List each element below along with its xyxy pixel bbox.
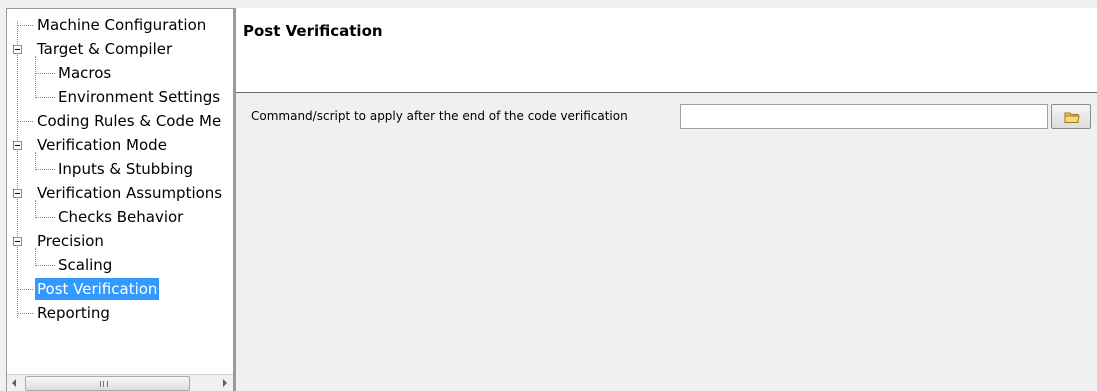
tree-item-label: Verification Mode	[37, 136, 167, 154]
scroll-right-arrow-icon[interactable]	[216, 375, 233, 391]
tree-item-label: Scaling	[58, 256, 113, 274]
settings-content-panel: Post Verification Command/script to appl…	[234, 8, 1097, 391]
tree-connector	[17, 313, 33, 314]
page-title: Post Verification	[243, 22, 383, 40]
tree-connector	[17, 21, 18, 318]
tree-item-label: Environment Settings	[58, 88, 221, 106]
tree-connector	[35, 169, 55, 170]
tree-item-label: Machine Configuration	[37, 16, 207, 34]
collapse-icon[interactable]	[13, 45, 22, 54]
tree-item-label: Macros	[58, 64, 112, 82]
collapse-icon[interactable]	[13, 237, 22, 246]
scrollbar-thumb[interactable]	[25, 376, 190, 391]
collapse-icon[interactable]	[13, 189, 22, 198]
tree-item-label: Reporting	[37, 304, 110, 322]
tree-item-target-compiler[interactable]: Target & Compiler	[35, 37, 174, 61]
tree-connector	[35, 56, 36, 98]
horizontal-scrollbar[interactable]	[7, 374, 233, 391]
tree-item-label: Checks Behavior	[58, 208, 184, 226]
tree-item-verification-assumptions[interactable]: Verification Assumptions	[35, 181, 224, 205]
tree-connector	[35, 73, 55, 74]
tree-item-verification-mode[interactable]: Verification Mode	[35, 133, 169, 157]
tree-item-coding-rules[interactable]: Coding Rules & Code Me	[35, 109, 223, 133]
tree-item-precision[interactable]: Precision	[35, 229, 106, 253]
folder-icon	[1064, 112, 1080, 123]
content-body: Command/script to apply after the end of…	[236, 94, 1097, 391]
command-script-input[interactable]	[680, 104, 1048, 129]
tree-item-macros[interactable]: Macros	[56, 61, 113, 85]
tree-item-label: Inputs & Stubbing	[58, 160, 194, 178]
tree-connector	[35, 217, 55, 218]
tree-item-label: Post Verification	[35, 278, 160, 300]
tree-connector	[17, 121, 33, 122]
tree-item-label: Precision	[37, 232, 104, 250]
tree-item-environment-settings[interactable]: Environment Settings	[56, 85, 222, 109]
command-script-label: Command/script to apply after the end of…	[251, 109, 628, 123]
tree-item-post-verification[interactable]: Post Verification	[35, 277, 160, 301]
tree-item-label: Coding Rules & Code Me	[37, 112, 222, 130]
tree-connector	[17, 289, 33, 290]
tree-item-checks-behavior[interactable]: Checks Behavior	[56, 205, 185, 229]
browse-button[interactable]	[1051, 104, 1091, 129]
tree-item-scaling[interactable]: Scaling	[56, 253, 114, 277]
tree-item-machine-configuration[interactable]: Machine Configuration	[35, 13, 208, 37]
tree-connector	[35, 97, 55, 98]
tree-connector	[35, 265, 55, 266]
navigation-tree[interactable]: Machine Configuration Target & Compiler …	[6, 8, 234, 391]
tree-item-reporting[interactable]: Reporting	[35, 301, 112, 325]
tree-connector	[17, 25, 33, 26]
tree-item-inputs-stubbing[interactable]: Inputs & Stubbing	[56, 157, 195, 181]
content-header: Post Verification	[236, 8, 1097, 93]
tree-item-label: Verification Assumptions	[37, 184, 223, 202]
grip-icon	[100, 381, 108, 387]
tree-item-label: Target & Compiler	[37, 40, 173, 58]
scroll-left-arrow-icon[interactable]	[7, 375, 24, 391]
collapse-icon[interactable]	[13, 141, 22, 150]
